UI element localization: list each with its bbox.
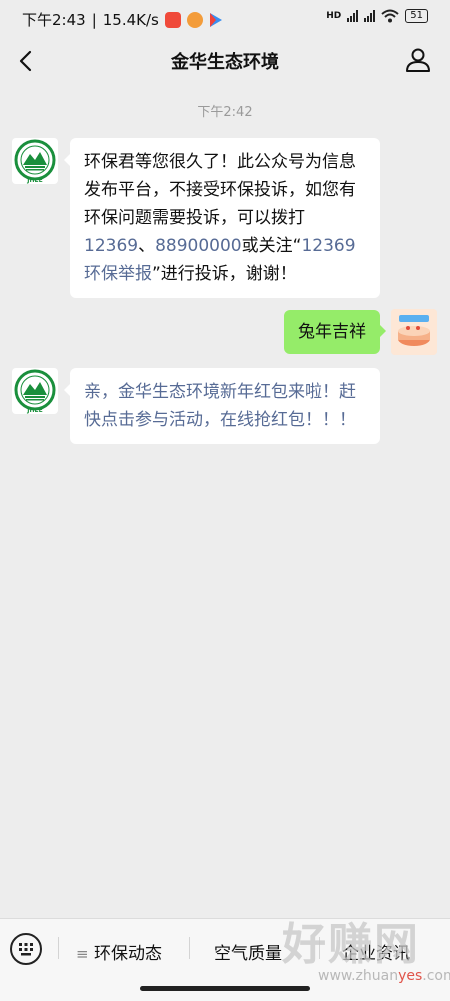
menu-item-label-2: 空气质量	[214, 944, 282, 964]
battery-icon: 51	[405, 9, 428, 23]
message-text-4: ”进行投诉，谢谢！	[152, 264, 297, 284]
official-account-avatar-2[interactable]: JHEE	[12, 368, 58, 414]
chat-header: 金华生态环境	[0, 36, 450, 86]
home-indicator[interactable]	[140, 986, 310, 991]
menu-divider-2	[189, 937, 190, 959]
status-speed: 15.4K/s	[102, 10, 159, 29]
jhee-logo-icon: JHEE	[14, 139, 56, 184]
watermark-url: www.zhuanyes.com	[318, 968, 450, 984]
menu-divider	[58, 937, 59, 959]
profile-icon[interactable]	[404, 46, 432, 74]
menu-item-env-news[interactable]: ≡ 环保动态	[76, 939, 162, 964]
jhee-logo-icon-2: JHEE	[14, 369, 56, 414]
message-timestamp: 下午2:42	[197, 105, 253, 120]
message-bubble-sent[interactable]: 兔年吉祥	[284, 310, 386, 354]
app-notification-icon	[164, 11, 181, 28]
watermark: 好赚网 www.zhuanyes.com	[282, 908, 450, 992]
message-bubble-red-packet[interactable]: 亲，金华生态环境新年红包来啦！赶快点击参与活动，在线抢红包！！！	[64, 368, 380, 444]
status-time: 下午2:43	[22, 11, 86, 29]
status-divider: |	[91, 10, 97, 29]
my-avatar[interactable]	[391, 309, 437, 355]
hotline-88900000-link[interactable]: 88900000	[155, 236, 242, 256]
signal-icon-2	[364, 10, 376, 22]
play-store-icon	[209, 12, 222, 27]
keyboard-toggle-button[interactable]	[10, 933, 42, 965]
wifi-icon	[381, 9, 399, 23]
menu-item-label: 环保动态	[93, 944, 162, 964]
official-account-avatar[interactable]: JHEE	[12, 138, 58, 184]
page-title: 金华生态环境	[171, 52, 279, 73]
menu-list-icon: ≡	[76, 945, 89, 963]
svg-text:JHEE: JHEE	[26, 407, 42, 414]
message-text-1: 环保君等您很久了！此公众号为信息发布平台，不接受环保投诉，如您有环保问题需要投诉…	[84, 152, 356, 228]
watermark-logo-text: 好赚网	[282, 919, 420, 970]
menu-item-air-quality[interactable]: 空气质量	[214, 939, 282, 964]
svg-text:JHEE: JHEE	[26, 177, 42, 184]
red-packet-link[interactable]: 亲，金华生态环境新年红包来啦！赶快点击参与活动，在线抢红包！！！	[84, 382, 356, 430]
message-text-3: 或关注“	[241, 236, 302, 256]
status-left: 下午2:43 | 15.4K/s	[22, 9, 223, 30]
signal-icon	[347, 10, 359, 22]
status-right: HD 51	[326, 9, 428, 23]
status-bar: 下午2:43 | 15.4K/s HD 51	[0, 0, 450, 36]
hd-label: HD	[326, 11, 342, 21]
hotline-12369-link[interactable]: 12369	[84, 236, 138, 256]
message-bubble-welcome[interactable]: 环保君等您很久了！此公众号为信息发布平台，不接受环保投诉，如您有环保问题需要投诉…	[64, 138, 380, 298]
app-notification-icon-2	[186, 11, 203, 28]
message-text-2: 、	[138, 236, 156, 256]
sent-message-text: 兔年吉祥	[298, 322, 366, 342]
keyboard-icon	[19, 943, 33, 956]
cake-avatar-icon	[391, 309, 437, 355]
